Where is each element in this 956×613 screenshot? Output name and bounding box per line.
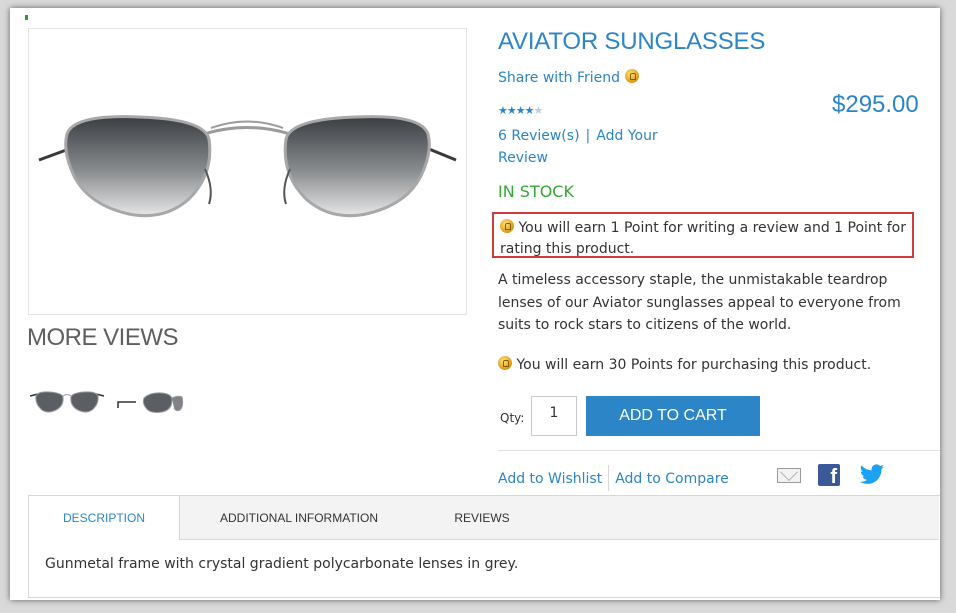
add-to-compare-link[interactable]: Add to Compare	[615, 471, 729, 487]
tab-additional-information[interactable]: ADDITIONAL INFORMATION	[199, 496, 399, 539]
rating-full-stars: ★★★★	[498, 104, 534, 117]
product-page: MORE VIEWS AVIATOR SUNGLASSES Share with…	[10, 8, 940, 600]
thumbnail-front[interactable]	[28, 384, 106, 424]
reviews-count-link[interactable]: 6 Review(s)	[498, 128, 580, 144]
qty-label: Qty:	[500, 411, 525, 425]
product-title: AVIATOR SUNGLASSES	[498, 28, 766, 55]
product-actions: Add to Wishlist Add to Compare	[498, 465, 729, 491]
purchase-points-text: You will earn 30 Points for purchasing t…	[516, 357, 872, 373]
facebook-icon[interactable]: f	[818, 464, 840, 488]
tab-description[interactable]: DESCRIPTION	[29, 496, 180, 540]
tab-reviews[interactable]: REVIEWS	[429, 496, 535, 539]
review-separator: |	[585, 128, 591, 144]
share-with-friend-label: Share with Friend	[498, 70, 621, 86]
add-to-wishlist-link[interactable]: Add to Wishlist	[498, 471, 602, 487]
qty-input[interactable]: 1	[531, 396, 577, 436]
review-points-text: You will earn 1 Point for writing a revi…	[500, 220, 906, 257]
product-price: $295.00	[832, 91, 919, 118]
rating-half-star: ★	[533, 104, 543, 117]
thumbnail-sunglasses-front-image	[29, 391, 105, 413]
reward-points-icon	[624, 69, 639, 83]
twitter-icon[interactable]	[858, 464, 886, 486]
rating-stars: ★★★★★	[498, 104, 543, 117]
review-links: 6 Review(s) | Add Your Review	[498, 125, 698, 169]
twitter-bird-shape	[859, 464, 885, 484]
tab-description-content: Gunmetal frame with crystal gradient pol…	[45, 556, 519, 572]
short-description: A timeless accessory staple, the unmista…	[498, 272, 901, 333]
mail-icon[interactable]	[777, 468, 801, 483]
thumbnail-side[interactable]	[110, 384, 188, 424]
more-views-heading: MORE VIEWS	[27, 324, 179, 351]
add-to-cart-button[interactable]: ADD TO CART	[586, 396, 760, 436]
product-tabs: DESCRIPTION ADDITIONAL INFORMATION REVIE…	[28, 495, 940, 598]
share-with-friend-link[interactable]: Share with Friend	[498, 69, 639, 86]
main-product-image[interactable]	[28, 28, 467, 315]
divider	[498, 450, 940, 451]
thumbnail-sunglasses-side-image	[117, 392, 184, 413]
reward-points-icon	[500, 219, 514, 233]
reward-points-icon	[498, 356, 512, 370]
green-marker	[25, 15, 28, 20]
stock-status: IN STOCK	[498, 182, 574, 201]
review-points-notice: You will earn 1 Point for writing a revi…	[492, 212, 914, 258]
link-separator	[608, 465, 610, 491]
tab-bar: DESCRIPTION ADDITIONAL INFORMATION REVIE…	[29, 496, 939, 540]
sunglasses-image	[38, 115, 457, 218]
purchase-points-notice: You will earn 30 Points for purchasing t…	[498, 356, 871, 373]
